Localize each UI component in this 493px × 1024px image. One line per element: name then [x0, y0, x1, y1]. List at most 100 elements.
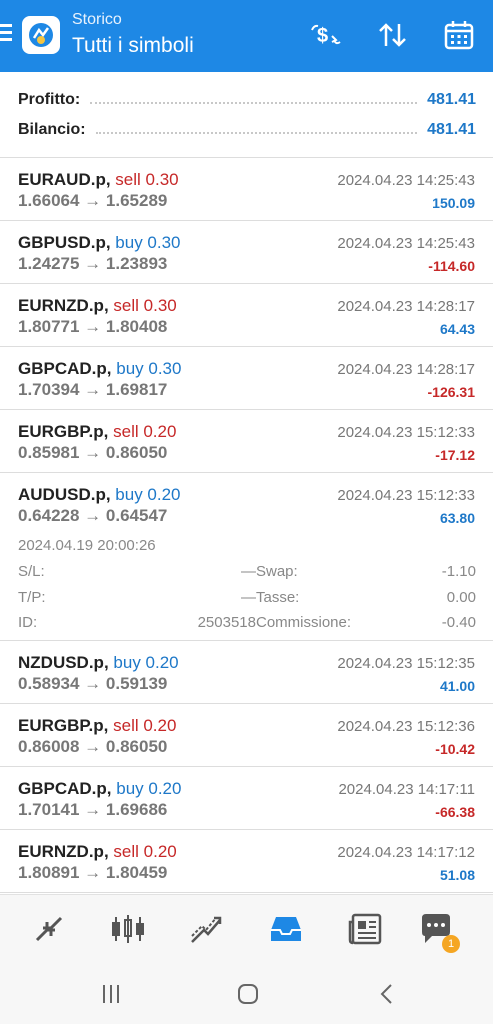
deal-symbol-name: GBPCAD.p, — [18, 359, 112, 378]
deal-profit: -10.42 — [435, 741, 475, 757]
calendar-icon[interactable] — [442, 18, 476, 52]
swap-value: -1.10 — [441, 563, 476, 580]
deal-row[interactable]: GBPCAD.p, buy 0.30 1.70394 → 1.69817 2024.… — [0, 347, 493, 410]
deal-prices: 1.80771 → 1.80408 — [18, 317, 168, 336]
home-icon[interactable] — [233, 980, 263, 1008]
deal-side: sell 0.20 — [113, 422, 177, 441]
system-nav-bar — [0, 964, 493, 1024]
tax-label: Tasse: — [256, 589, 300, 606]
deal-side: sell 0.20 — [113, 842, 177, 861]
deal-symbol-name: EURNZD.p, — [18, 296, 109, 315]
deal-side: sell 0.30 — [115, 170, 179, 189]
balance-label: Bilancio: — [18, 121, 86, 138]
deal-profit: 63.80 — [439, 510, 475, 526]
deal-time: 2024.04.23 14:17:12 — [337, 844, 475, 861]
profit-label: Profitto: — [18, 91, 81, 108]
detail-row: S/L: — Swap: -1.10 — [18, 563, 476, 583]
deal-symbol-name: EURGBP.p, — [18, 422, 109, 441]
deal-row[interactable]: EURNZD.p, sell 0.30 1.80771 → 1.80408 2024… — [0, 284, 493, 347]
page-title: Tutti i simboli — [72, 34, 194, 57]
deal-symbol: EURAUD.p, sell 0.30 — [18, 170, 179, 190]
deal-prices: 1.80891 → 1.80459 — [18, 863, 168, 882]
tp-label: T/P: — [18, 589, 46, 606]
deal-row[interactable]: EURAUD.p, sell 0.30 1.66064 → 1.65289 2024… — [0, 158, 493, 221]
detail-row: T/P: — Tasse: 0.00 — [18, 589, 476, 609]
deal-prices: 1.24275 → 1.23893 — [18, 254, 168, 273]
news-icon[interactable] — [347, 911, 383, 947]
deal-time: 2024.04.23 14:25:43 — [337, 235, 475, 252]
deal-symbol: NZDUSD.p, buy 0.20 — [18, 653, 179, 673]
deal-symbol-name: NZDUSD.p, — [18, 653, 109, 672]
commission-label: Commissione: — [256, 614, 352, 631]
deal-symbol: AUDUSD.p, buy 0.20 — [18, 485, 181, 505]
deal-profit: -114.60 — [428, 258, 475, 274]
deal-time: 2024.04.23 15:12:36 — [337, 718, 475, 735]
deal-row[interactable]: EURGBP.p, sell 0.20 0.85981 → 0.86050 2024… — [0, 410, 493, 473]
deal-profit: 41.00 — [439, 678, 475, 694]
deal-profit: 51.08 — [439, 867, 475, 883]
deal-row[interactable]: EURNZD.p, sell 0.20 1.80891 → 1.80459 2024… — [0, 830, 493, 893]
deal-time: 2024.04.23 15:12:33 — [337, 487, 475, 504]
sort-icon[interactable] — [376, 18, 410, 52]
tp-value: — — [241, 589, 256, 606]
deal-row[interactable]: AUDUSD.p, buy 0.20 0.64228 → 0.64547 2024.… — [0, 473, 493, 641]
app-logo-icon — [22, 16, 60, 54]
deal-side: buy 0.20 — [115, 485, 181, 504]
deal-prices: 0.58934 → 0.59139 — [18, 674, 168, 693]
bottom-tab-bar: 1 — [0, 894, 493, 964]
deal-symbol-name: GBPCAD.p, — [18, 779, 112, 798]
deal-row[interactable]: EURGBP.p, sell 0.20 0.86008 → 0.86050 2024… — [0, 704, 493, 767]
swap-label: Swap: — [256, 563, 298, 580]
deal-row[interactable]: GBPUSD.p, buy 0.30 1.24275 → 1.23893 2024.… — [0, 221, 493, 284]
chat-badge: 1 — [442, 935, 460, 953]
deal-open-time: 2024.04.19 20:00:26 — [18, 537, 156, 554]
deal-side: sell 0.30 — [113, 296, 177, 315]
deal-prices: 1.70141 → 1.69686 — [18, 800, 168, 819]
dotted-leader — [90, 96, 418, 104]
deal-time: 2024.04.23 15:12:33 — [337, 424, 475, 441]
deal-side: buy 0.20 — [113, 653, 179, 672]
deal-row[interactable]: NZDUSD.p, buy 0.20 0.58934 → 0.59139 2024.… — [0, 641, 493, 704]
deal-time: 2024.04.23 14:28:17 — [337, 361, 475, 378]
back-icon[interactable] — [372, 980, 402, 1008]
quotes-icon[interactable] — [31, 911, 67, 947]
menu-icon[interactable] — [0, 24, 14, 44]
dollar-swap-icon[interactable]: $ — [308, 18, 342, 52]
deal-profit: -17.12 — [435, 447, 475, 463]
deal-symbol: EURGBP.p, sell 0.20 — [18, 422, 176, 442]
deal-prices: 1.70394 → 1.69817 — [18, 380, 168, 399]
deal-prices: 0.86008 → 0.86050 — [18, 737, 168, 756]
summary-panel: Profitto: 481.41 Bilancio: 481.41 — [0, 72, 493, 158]
id-label: ID: — [18, 614, 38, 631]
deal-prices: 1.66064 → 1.65289 — [18, 191, 168, 210]
sl-value: — — [241, 563, 256, 580]
deal-symbol: GBPCAD.p, buy 0.30 — [18, 359, 181, 379]
deal-side: sell 0.20 — [113, 716, 177, 735]
deal-time: 2024.04.23 14:28:17 — [337, 298, 475, 315]
app-header: Storico Tutti i simboli $ — [0, 0, 493, 72]
recent-apps-icon[interactable] — [96, 980, 126, 1008]
header-subtitle: Storico — [72, 11, 122, 28]
deal-symbol: GBPUSD.p, buy 0.30 — [18, 233, 181, 253]
trade-icon[interactable] — [188, 911, 224, 947]
profit-value: 481.41 — [427, 91, 476, 108]
deal-prices: 0.85981 → 0.86050 — [18, 443, 168, 462]
svg-text:$: $ — [317, 25, 328, 47]
tax-value: 0.00 — [446, 589, 476, 606]
profit-row: Profitto: 481.41 — [18, 88, 476, 112]
deal-side: buy 0.30 — [115, 233, 181, 252]
deal-symbol-name: EURNZD.p, — [18, 842, 109, 861]
detail-row: ID: 2503518 Commissione: -0.40 — [18, 614, 476, 634]
id-value: 2503518 — [197, 614, 256, 631]
chat-icon[interactable]: 1 — [418, 911, 460, 953]
deal-time: 2024.04.23 14:25:43 — [337, 172, 475, 189]
deal-symbol-name: AUDUSD.p, — [18, 485, 111, 504]
balance-row: Bilancio: 481.41 — [18, 118, 476, 142]
deal-symbol-name: EURAUD.p, — [18, 170, 111, 189]
deal-row[interactable]: GBPCAD.p, buy 0.20 1.70141 → 1.69686 2024.… — [0, 767, 493, 830]
deal-symbol-name: GBPUSD.p, — [18, 233, 111, 252]
chart-icon[interactable] — [110, 911, 146, 947]
deal-symbol: EURNZD.p, sell 0.20 — [18, 842, 177, 862]
deal-profit: -126.31 — [427, 384, 475, 400]
history-icon[interactable] — [268, 911, 304, 947]
